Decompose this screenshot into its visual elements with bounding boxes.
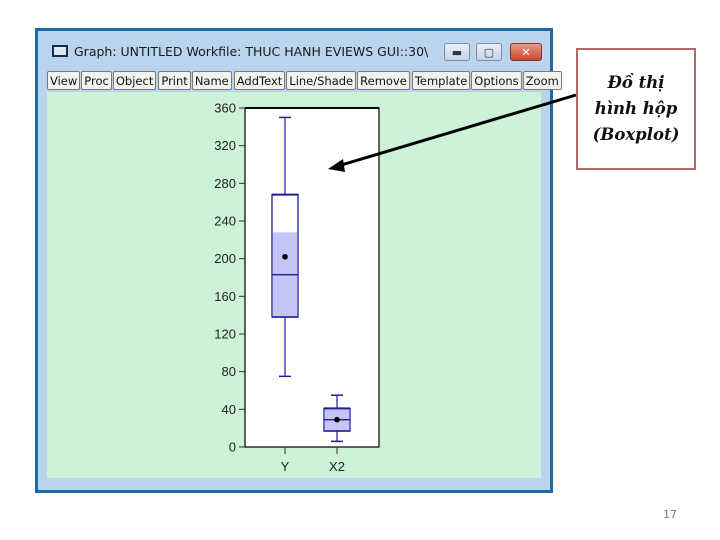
y-tick-label: 200 — [214, 251, 236, 266]
annotation-box: Đồ thị hình hộp (Boxplot) — [576, 48, 696, 170]
annotation-line-2: hình hộp — [594, 99, 678, 118]
y-tick-label: 240 — [214, 214, 236, 229]
mean-marker — [334, 416, 340, 423]
y-tick-label: 80 — [222, 364, 236, 379]
y-tick-label: 360 — [214, 101, 236, 116]
page-number: 17 — [663, 508, 677, 521]
y-tick-label: 0 — [229, 440, 236, 455]
annotation-line-1: Đồ thị — [607, 73, 665, 92]
mean-marker — [282, 253, 288, 260]
y-tick-label: 40 — [222, 402, 236, 417]
x-tick-label: Y — [281, 459, 290, 474]
x-tick-label: X2 — [329, 459, 345, 474]
y-tick-label: 280 — [214, 176, 236, 191]
y-tick-label: 160 — [214, 289, 236, 304]
y-tick-label: 320 — [214, 138, 236, 153]
y-tick-label: 120 — [214, 327, 236, 342]
annotation-line-3: (Boxplot) — [592, 125, 680, 144]
